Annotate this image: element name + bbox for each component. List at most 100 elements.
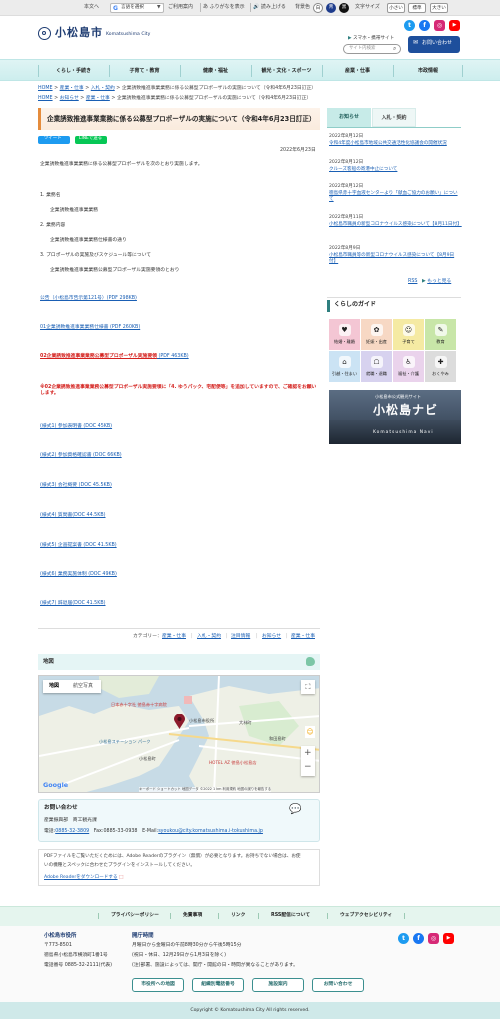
pdf-link[interactable]: 01企業誘致推進事業業務仕様書 (PDF 260KB) [40, 325, 140, 331]
search-icon[interactable]: ⌕ [393, 45, 396, 53]
breadcrumb-item[interactable]: 入札・契約 [91, 86, 115, 91]
map-pin-icon[interactable] [174, 713, 185, 729]
adobe-download-link[interactable]: Adobe Readerをダウンロードする ⬚ [44, 875, 123, 881]
breadcrumb-home[interactable]: HOME [38, 96, 53, 101]
site-logo[interactable]: 小松島市 [55, 26, 103, 41]
twitter-icon[interactable]: t [398, 933, 409, 944]
zoom-out-button[interactable]: − [304, 761, 312, 773]
heart-icon: ♥ [338, 324, 351, 336]
guide-employment[interactable]: ☖ 就職・退職 [361, 351, 392, 382]
news-link[interactable]: 令和4年度小松島市地域公共交通活性化協議会の開催状況 [329, 141, 461, 147]
furigana-link[interactable]: あ ふりがなを表示 [203, 4, 245, 11]
text-size-large-button[interactable]: 大きい [430, 3, 448, 13]
doc-link[interactable]: (様式2) 参加資格確認書 (DOC 66KB) [40, 453, 122, 459]
tab-news[interactable]: お知らせ [327, 108, 371, 127]
nav-health[interactable]: 健康・福祉 [180, 65, 250, 77]
email-link[interactable]: syoukou@city.komatsushima.i-tokushima.jp [158, 829, 263, 834]
footer-links: プライバシーポリシー 免責事項 リンク RSS配信について ウェブアクセシビリテ… [0, 906, 500, 926]
phone-link[interactable]: 0885-32-3809 [55, 829, 89, 834]
nav-industry[interactable]: 産業・仕事 [322, 65, 392, 77]
guide-moving[interactable]: ⌂ 引越・住まい [329, 351, 360, 382]
footer-link-rss[interactable]: RSS配信について [258, 913, 310, 920]
breadcrumb-item[interactable]: 産業・仕事 [86, 96, 110, 101]
nav-living[interactable]: くらし・手続き [38, 65, 108, 77]
contact-title: お問い合わせ [44, 805, 78, 811]
mobile-site-link[interactable]: ▶ スマホ・携帯サイト [348, 36, 394, 42]
category-link[interactable]: 産業・仕事 [291, 634, 315, 640]
breadcrumb-item[interactable]: お知らせ [60, 96, 79, 101]
nav-childcare[interactable]: 子育て・教育 [109, 65, 179, 77]
news-link[interactable]: 小松島市職員等の新型コロナウイルス感染について【8月9日付】 [329, 253, 461, 265]
footer-link-disclaimer[interactable]: 免責事項 [170, 913, 202, 920]
footer-link-accessibility[interactable]: ウェブアクセシビリティ [327, 913, 406, 920]
fullscreen-icon[interactable]: ⛶ [301, 680, 315, 694]
contact-button[interactable]: ✉ お問い合わせ [408, 36, 460, 53]
footer-contact-button[interactable]: お問い合わせ [312, 978, 364, 992]
guide-childcare[interactable]: ☺ 子育て [393, 319, 424, 350]
category-link[interactable]: 注目情報 [231, 634, 250, 640]
rss-link[interactable]: RSS [408, 279, 417, 285]
youtube-icon[interactable]: ▶ [449, 20, 460, 31]
doc-link[interactable]: (様式4) 質問書(DOC 44.5KB) [40, 513, 106, 519]
footer-link-privacy[interactable]: プライバシーポリシー [98, 913, 159, 920]
bg-black-button[interactable]: 黒 [339, 3, 349, 13]
page-title: 企業誘致推進事業業務に係る公募型プロポーザルの実施について（令和4年6月23日訂… [38, 108, 320, 130]
doc-link[interactable]: (様式1) 参加表明書 (DOC 45KB) [40, 424, 112, 430]
read-aloud-link[interactable]: 🔊 読み上げる [253, 4, 286, 11]
pdf-link-revised[interactable]: 02企業誘致推進事業業務公募型プロポーザル実施要領 (PDF 463KB) [40, 354, 189, 360]
category-link[interactable]: 入札・契約 [197, 634, 221, 640]
doc-link[interactable]: (様式6) 業務実施体制 (DOC 49KB) [40, 572, 117, 578]
cross-icon: ✚ [434, 356, 447, 368]
text-size-small-button[interactable]: 小さい [387, 3, 405, 13]
category-link[interactable]: お知らせ [262, 634, 281, 640]
guide-marriage[interactable]: ♥ 結婚・離婚 [329, 319, 360, 350]
tab-bid[interactable]: 入札・契約 [372, 108, 416, 127]
footer-map-button[interactable]: 市役所への地図 [132, 978, 184, 992]
google-map[interactable]: 地図 航空写真 ⛶ 日本赤十字社 徳島赤十字病院 小松島市役所 小松島ステーショ… [38, 675, 320, 793]
news-link[interactable]: 徳島県赤十字血液センターより「献血ご協力のお願い」について [329, 191, 461, 203]
bg-blue-button[interactable]: 青 [326, 3, 336, 13]
street-view-icon[interactable]: ☺ [305, 726, 315, 738]
line-share-button[interactable]: LINEで送る [75, 136, 107, 144]
guide-education[interactable]: ✎ 教育 [425, 319, 456, 350]
tourism-banner[interactable]: 小松島市公式観光サイト 小松島ナビ Komatsushima Navi [329, 390, 461, 444]
text-size-normal-button[interactable]: 標準 [408, 3, 426, 13]
instagram-icon[interactable]: ◎ [434, 20, 445, 31]
translate-select[interactable]: G 言語を選択 ▼ [110, 3, 164, 13]
more-news-link[interactable]: ▶ もっと見る [422, 279, 451, 285]
doc-link[interactable]: (様式7) 辞退届(DOC 41.5KB) [40, 601, 106, 607]
doc-link[interactable]: (様式3) 会社概要 (DOC 45.5KB) [40, 483, 112, 489]
twitter-icon[interactable]: t [404, 20, 415, 31]
instagram-icon[interactable]: ◎ [428, 933, 439, 944]
map-tab-satellite[interactable]: 航空写真 [73, 683, 93, 690]
youtube-icon[interactable]: ▶ [443, 933, 454, 944]
site-search-input[interactable]: サイト内検索 ⌕ [343, 44, 401, 54]
footer-phone-button[interactable]: 組織別電話番号 [192, 978, 244, 992]
guide-pregnancy[interactable]: ✿ 妊娠・出産 [361, 319, 392, 350]
footer-facilities-button[interactable]: 施設案内 [252, 978, 304, 992]
contact-box: お問い合わせ 💬 産業振興部 商工観光課 電話:0885-32-3809 Fax… [38, 799, 320, 842]
doc-link[interactable]: (様式5) 企画提案書 (DOC 41.5KB) [40, 543, 117, 549]
bg-white-button[interactable]: 白 [313, 3, 323, 13]
tweet-button[interactable]: ツイート [38, 136, 70, 144]
category-link[interactable]: 産業・仕事 [162, 634, 186, 640]
google-logo: Google [43, 781, 69, 789]
news-link[interactable]: クルーズ客船の寄港中止について [329, 167, 461, 173]
pdf-link[interactable]: 公告（小松島市告示第121号）(PDF 298KB) [40, 296, 137, 302]
footer-link-links[interactable]: リンク [218, 913, 245, 920]
nav-tourism[interactable]: 観光・文化・スポーツ [251, 65, 321, 77]
skip-to-content-link[interactable]: 本文へ [84, 4, 99, 11]
breadcrumb-item[interactable]: 産業・仕事 [60, 86, 84, 91]
facebook-icon[interactable]: f [413, 933, 424, 944]
guide-welfare[interactable]: ♿ 福祉・介護 [393, 351, 424, 382]
map-tab-map[interactable]: 地図 [49, 683, 59, 690]
facebook-icon[interactable]: f [419, 20, 430, 31]
nav-city-info[interactable]: 市政情報 [393, 65, 463, 77]
zoom-in-button[interactable]: + [304, 747, 312, 759]
intro-text: 企業誘致推進事業業務に係る公募型プロポーザルを次のとおり実施します。 [40, 162, 203, 167]
usage-guide-link[interactable]: ご利用案内 [168, 4, 193, 11]
guide-condolence[interactable]: ✚ おくやみ [425, 351, 456, 382]
news-date: 2022年8月12日 [329, 184, 364, 189]
breadcrumb-home[interactable]: HOME [38, 86, 53, 91]
news-link[interactable]: 小松島市職員の新型コロナウイルス感染について【8月11日付】 [329, 222, 462, 228]
